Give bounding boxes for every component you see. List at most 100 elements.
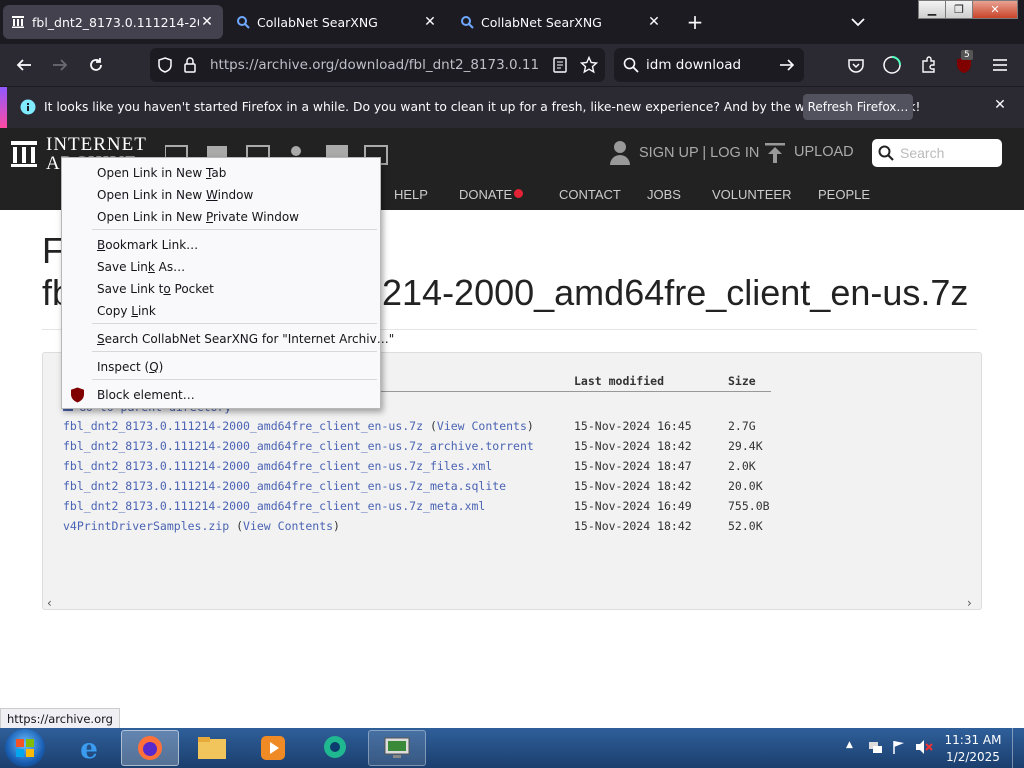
file-row: fbl_dnt2_8173.0.111214-2000_amd64fre_cli… [63, 459, 492, 473]
refresh-firefox-button[interactable]: Refresh Firefox… [803, 94, 913, 120]
close-tab-icon[interactable]: ✕ [646, 14, 662, 30]
file-size: 20.0K [728, 479, 763, 493]
start-button[interactable] [5, 729, 45, 767]
file-modified: 15-Nov-2024 18:47 [574, 459, 692, 473]
file-row: fbl_dnt2_8173.0.111214-2000_amd64fre_cli… [63, 499, 485, 513]
file-link[interactable]: fbl_dnt2_8173.0.111214-2000_amd64fre_cli… [63, 439, 534, 453]
clock-time[interactable]: 11:31 AM [940, 733, 1006, 747]
reader-view-icon[interactable] [552, 57, 568, 73]
reload-icon[interactable] [78, 44, 114, 86]
volume-muted-icon[interactable] [915, 739, 933, 755]
nav-help[interactable]: HELP [394, 187, 428, 202]
search-icon [236, 15, 250, 29]
nav-volunteer[interactable]: VOLUNTEER [712, 187, 791, 202]
file-modified: 15-Nov-2024 16:49 [574, 499, 692, 513]
nav-jobs[interactable]: JOBS [647, 187, 681, 202]
sign-up-login-link[interactable]: SIGN UP | LOG IN [639, 145, 759, 161]
menu-item-inspect[interactable]: Inspect (Q) [97, 360, 163, 374]
search-placeholder: Search [900, 145, 945, 161]
column-header-size[interactable]: Size [728, 374, 756, 388]
upload-link[interactable]: UPLOAD [794, 144, 854, 160]
action-center-flag-icon[interactable] [891, 739, 907, 755]
menu-item-save-link-as[interactable]: Save Link As… [97, 260, 185, 274]
clock-date[interactable]: 1/2/2025 [940, 750, 1006, 764]
file-link[interactable]: fbl_dnt2_8173.0.111214-2000_amd64fre_cli… [63, 459, 492, 473]
search-box[interactable]: idm download [614, 48, 804, 82]
menu-item-copy-link[interactable]: Copy Link [97, 304, 156, 318]
user-icon[interactable] [609, 140, 631, 166]
menu-item-open-in-new-tab[interactable]: Open Link in New Tab [97, 166, 226, 180]
taskbar: e ▲ 11:31 AM 1/2/2025 [0, 728, 1024, 768]
site-search-input[interactable]: Search [872, 139, 1002, 167]
menu-item-search-with-engine[interactable]: Search CollabNet SearXNG for "Internet A… [97, 332, 394, 346]
firefox-icon[interactable] [121, 730, 179, 766]
chat-icon[interactable] [306, 730, 364, 766]
forward-icon[interactable] [42, 44, 78, 86]
menu-separator [92, 323, 377, 324]
menu-item-text: Open Link in New [97, 188, 206, 202]
ublock-icon[interactable]: 5 [946, 44, 982, 86]
view-contents-link[interactable]: View Contents [437, 419, 527, 433]
remote-desktop-icon[interactable] [368, 730, 426, 766]
menu-item-open-in-new-window[interactable]: Open Link in New Window [97, 188, 253, 202]
menu-item-bookmark-link[interactable]: Bookmark Link… [97, 238, 198, 252]
nav-people[interactable]: PEOPLE [818, 187, 870, 202]
media-player-icon[interactable] [244, 730, 302, 766]
file-link[interactable]: fbl_dnt2_8173.0.111214-2000_amd64fre_cli… [63, 499, 485, 513]
show-hidden-icons-icon[interactable]: ▲ [846, 740, 853, 750]
archive-logo-icon[interactable] [10, 140, 38, 168]
new-tab-button[interactable]: + [684, 10, 706, 34]
column-header-modified[interactable]: Last modified [574, 374, 664, 388]
url-bar[interactable]: https://archive.org/download/fbl_dnt2_81… [150, 48, 605, 82]
go-arrow-icon[interactable] [778, 57, 796, 73]
file-link[interactable]: v4PrintDriverSamples.zip [63, 519, 229, 533]
maximize-button[interactable]: ❐ [945, 0, 973, 19]
back-icon[interactable] [6, 44, 42, 86]
tab-title: CollabNet SearXNG [257, 14, 378, 30]
close-tab-icon[interactable]: ✕ [199, 14, 215, 30]
bookmark-star-icon[interactable] [580, 56, 598, 74]
nav-contact[interactable]: CONTACT [559, 187, 621, 202]
pocket-icon[interactable] [838, 44, 874, 86]
menu-item-text: Open Link in New [97, 166, 206, 180]
internet-explorer-icon[interactable]: e [60, 730, 118, 766]
menu-item-text: k [147, 260, 155, 274]
menu-item-block-element[interactable]: Block element… [97, 388, 195, 402]
file-explorer-icon[interactable] [183, 730, 241, 766]
url-text: https://archive.org/download/fbl_dnt2_81… [210, 57, 540, 73]
account-sync-icon[interactable] [874, 44, 910, 86]
tab-archive[interactable]: fbl_dnt2_8173.0.111214-2000_am ✕ [3, 5, 223, 39]
paren: ) [333, 519, 340, 533]
scroll-right-icon[interactable]: › [967, 596, 972, 610]
menu-item-text: P [206, 210, 214, 224]
file-modified: 15-Nov-2024 18:42 [574, 479, 692, 493]
tab-searxng-2[interactable]: CollabNet SearXNG ✕ [452, 5, 670, 39]
show-desktop-button[interactable] [1012, 728, 1024, 768]
scroll-left-icon[interactable]: ‹ [47, 596, 52, 610]
close-notification-icon[interactable]: ✕ [990, 97, 1010, 117]
upload-icon[interactable] [764, 142, 786, 164]
menu-item-text: B [97, 238, 106, 252]
menu-item-text: Save Lin [97, 260, 148, 274]
search-input[interactable]: idm download [646, 57, 741, 73]
menu-icon[interactable] [982, 44, 1018, 86]
paren: ( [229, 519, 244, 533]
lock-icon[interactable] [182, 56, 198, 74]
extensions-icon[interactable] [910, 44, 946, 86]
list-all-tabs-icon[interactable] [848, 12, 868, 32]
menu-item-text: ink [137, 304, 156, 318]
menu-item-save-link-to-pocket[interactable]: Save Link to Pocket [97, 282, 214, 296]
view-contents-link[interactable]: View Contents [243, 519, 333, 533]
file-link[interactable]: fbl_dnt2_8173.0.111214-2000_amd64fre_cli… [63, 479, 506, 493]
close-window-button[interactable]: ✕ [972, 0, 1018, 19]
nav-donate[interactable]: DONATE [459, 187, 512, 202]
minimize-button[interactable]: ▁ [918, 0, 946, 19]
file-row: v4PrintDriverSamples.zip (View Contents) [63, 519, 340, 533]
network-icon[interactable] [867, 739, 883, 755]
menu-item-open-in-private-window[interactable]: Open Link in New Private Window [97, 210, 299, 224]
file-size: 2.0K [728, 459, 756, 473]
file-link[interactable]: fbl_dnt2_8173.0.111214-2000_amd64fre_cli… [63, 419, 423, 433]
tab-searxng-1[interactable]: CollabNet SearXNG ✕ [228, 5, 446, 39]
shield-icon[interactable] [156, 56, 174, 74]
close-tab-icon[interactable]: ✕ [422, 14, 438, 30]
